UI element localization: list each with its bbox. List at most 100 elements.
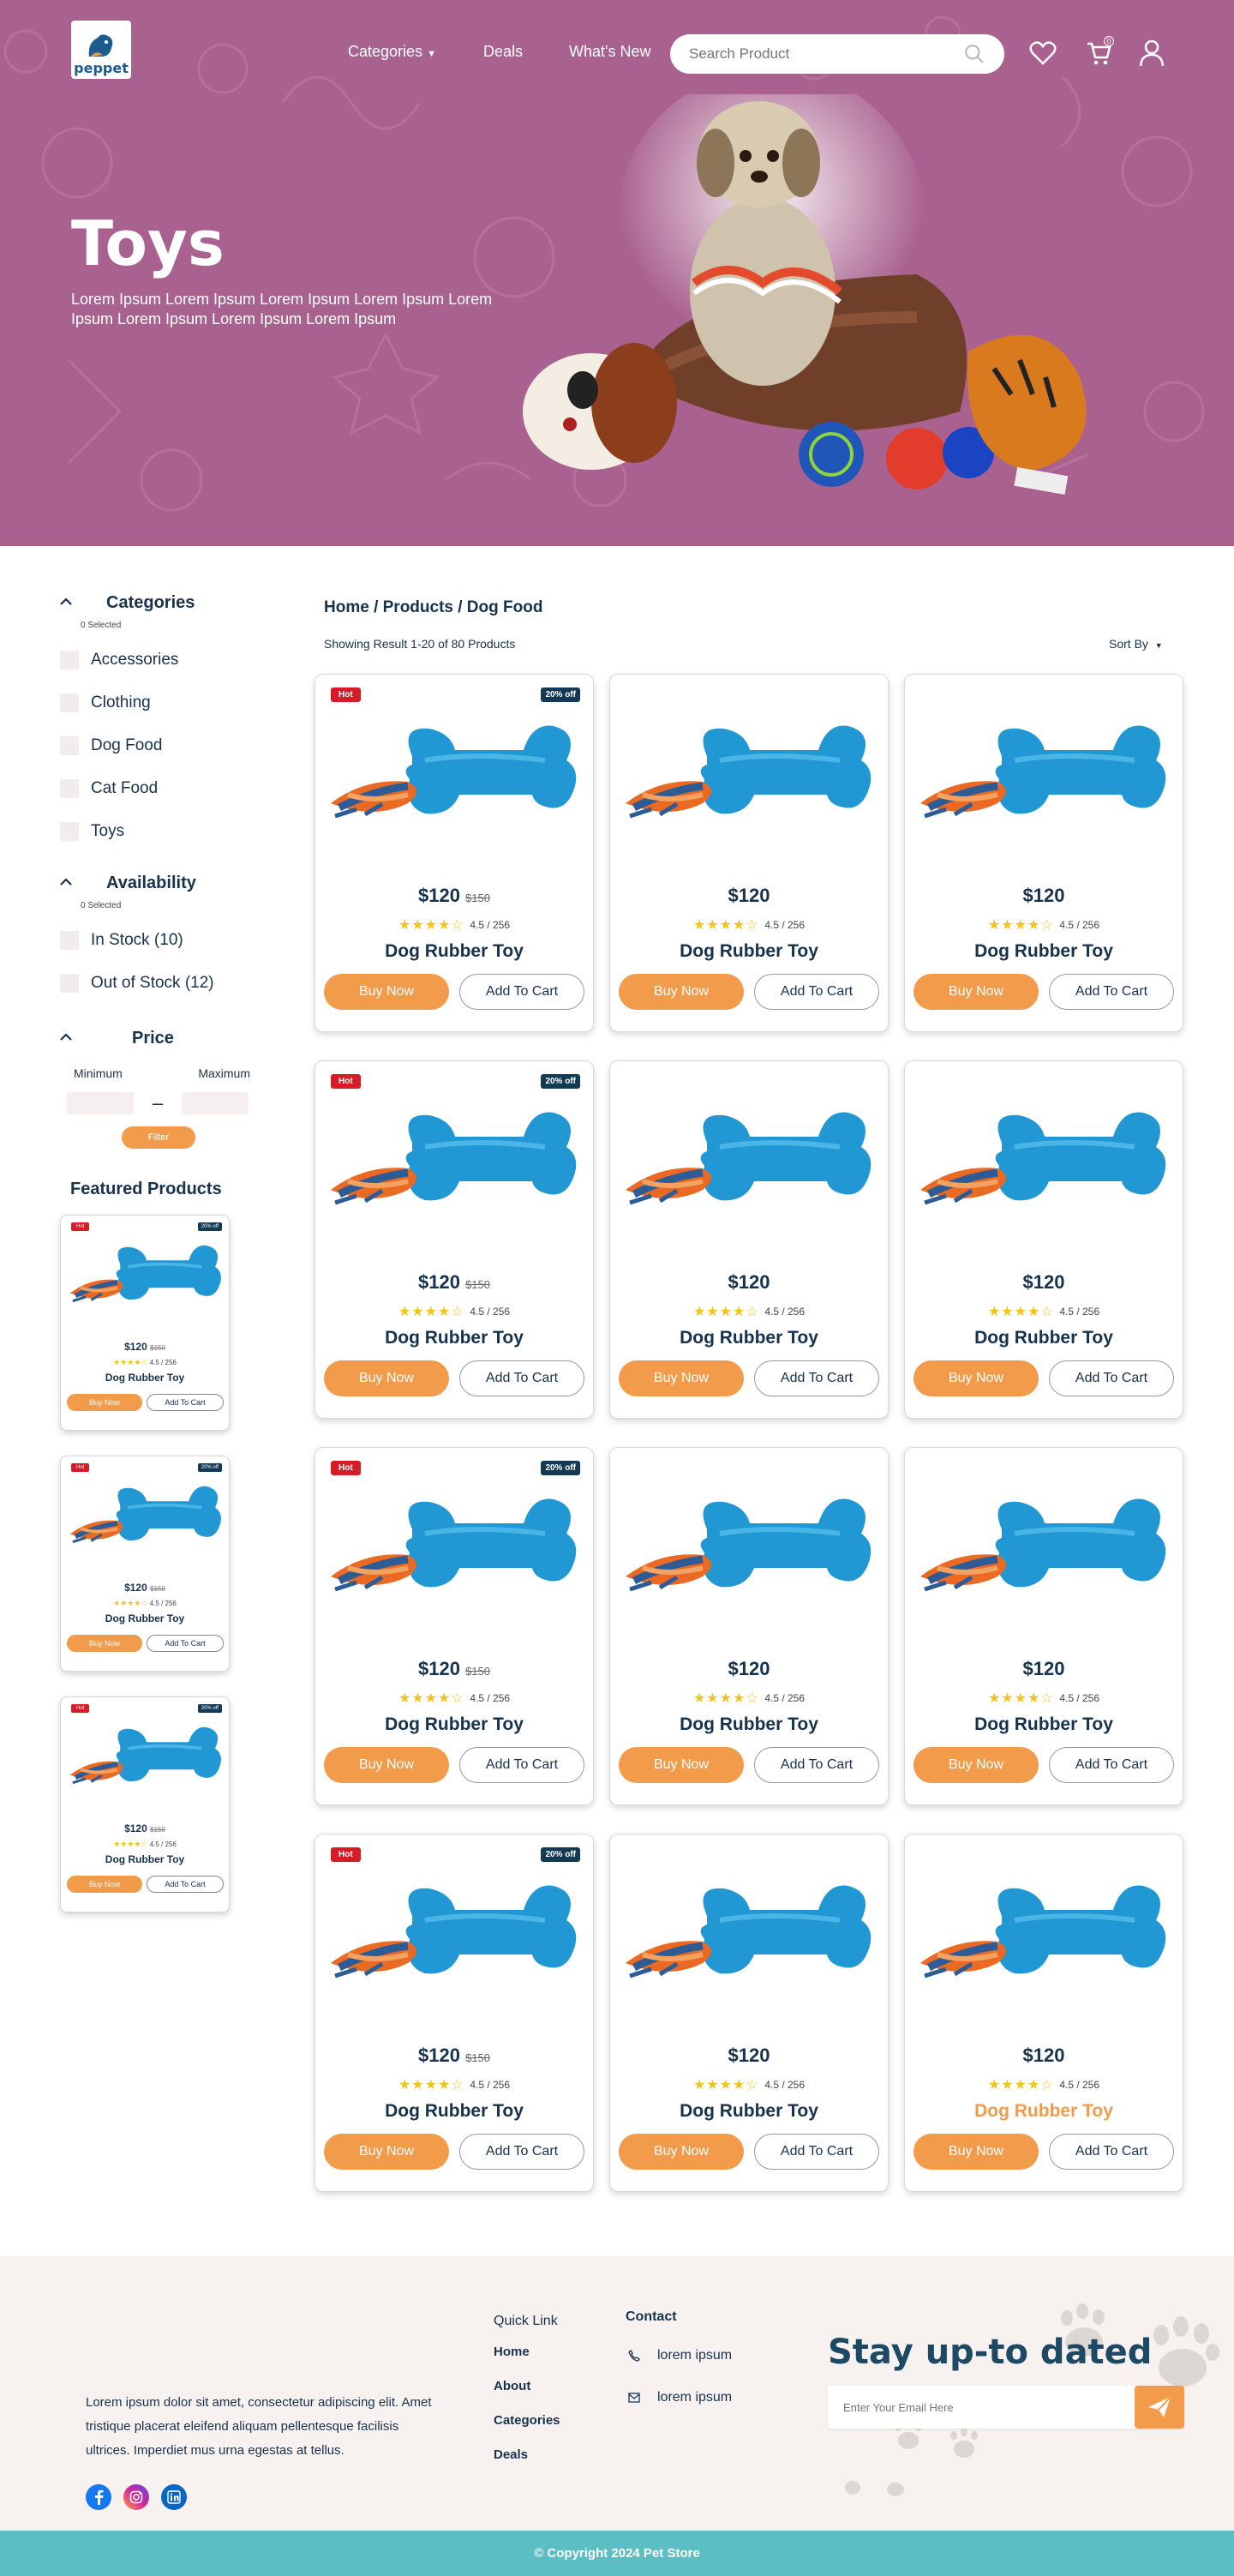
- price-min-input[interactable]: [67, 1092, 134, 1114]
- availability-option[interactable]: In Stock (10): [60, 919, 266, 962]
- buy-now-button[interactable]: Buy Now: [324, 1360, 449, 1396]
- checkbox[interactable]: [60, 694, 79, 712]
- filter-button[interactable]: Filter: [122, 1126, 195, 1149]
- add-to-cart-button[interactable]: Add To Cart: [754, 974, 879, 1010]
- categories-filter-header[interactable]: Categories: [60, 591, 266, 614]
- product-name[interactable]: Dog Rubber Toy: [905, 1714, 1183, 1735]
- product-card[interactable]: $120 ★★★★☆ 4.5 / 256 Dog Rubber Toy Buy Now…: [904, 1447, 1183, 1805]
- sort-by-dropdown[interactable]: Sort By ▼: [1109, 637, 1163, 651]
- add-to-cart-button[interactable]: Add To Cart: [147, 1635, 224, 1652]
- product-name[interactable]: Dog Rubber Toy: [61, 1612, 229, 1624]
- availability-option[interactable]: Out of Stock (12): [60, 962, 266, 1005]
- product-name[interactable]: Dog Rubber Toy: [315, 941, 593, 962]
- checkbox[interactable]: [60, 779, 79, 798]
- checkbox[interactable]: [60, 822, 79, 841]
- buy-now-button[interactable]: Buy Now: [914, 2134, 1039, 2170]
- product-name[interactable]: Dog Rubber Toy: [905, 1328, 1183, 1348]
- buy-now-button[interactable]: Buy Now: [619, 2134, 744, 2170]
- linkedin-icon[interactable]: [161, 2484, 187, 2510]
- buy-now-button[interactable]: Buy Now: [914, 974, 1039, 1010]
- buy-now-button[interactable]: Buy Now: [914, 1360, 1039, 1396]
- add-to-cart-button[interactable]: Add To Cart: [754, 1360, 879, 1396]
- featured-product-card[interactable]: Hot 20% off $120 $150 ★★★★☆ 4.5 / 256 Dog Ru…: [60, 1696, 230, 1912]
- footer-link-home[interactable]: Home: [494, 2345, 530, 2359]
- add-to-cart-button[interactable]: Add To Cart: [1049, 1747, 1174, 1783]
- product-card[interactable]: $120 ★★★★☆ 4.5 / 256 Dog Rubber Toy Buy Now…: [904, 1060, 1183, 1419]
- product-card[interactable]: Hot 20% off $120 $150 ★★★★☆ 4.5 / 256 Dog Ru…: [314, 1060, 594, 1419]
- product-name[interactable]: Dog Rubber Toy: [315, 1328, 593, 1348]
- add-to-cart-button[interactable]: Add To Cart: [147, 1394, 224, 1411]
- buy-now-button[interactable]: Buy Now: [619, 1360, 744, 1396]
- buy-now-button[interactable]: Buy Now: [324, 2134, 449, 2170]
- cart-icon[interactable]: 0: [1083, 36, 1114, 69]
- facebook-icon[interactable]: [86, 2484, 111, 2510]
- footer-link-about[interactable]: About: [494, 2379, 530, 2393]
- category-option[interactable]: Accessories: [60, 639, 266, 682]
- price-max-input[interactable]: [182, 1092, 249, 1114]
- buy-now-button[interactable]: Buy Now: [914, 1747, 1039, 1783]
- product-name[interactable]: Dog Rubber Toy: [315, 1714, 593, 1735]
- buy-now-button[interactable]: Buy Now: [619, 1747, 744, 1783]
- buy-now-button[interactable]: Buy Now: [324, 974, 449, 1010]
- product-card[interactable]: Hot 20% off $120 $150 ★★★★☆ 4.5 / 256 Dog Ru…: [314, 1447, 594, 1805]
- buy-now-button[interactable]: Buy Now: [324, 1747, 449, 1783]
- add-to-cart-button[interactable]: Add To Cart: [754, 1747, 879, 1783]
- newsletter-email-input[interactable]: [843, 2400, 1100, 2414]
- product-card[interactable]: $120 ★★★★☆ 4.5 / 256 Dog Rubber Toy Buy Now…: [609, 1447, 889, 1805]
- add-to-cart-button[interactable]: Add To Cart: [459, 2134, 584, 2170]
- wishlist-heart-icon[interactable]: [1027, 38, 1058, 69]
- buy-now-button[interactable]: Buy Now: [67, 1876, 142, 1893]
- product-name[interactable]: Dog Rubber Toy: [61, 1853, 229, 1865]
- nav-deals[interactable]: Deals: [483, 43, 523, 61]
- nav-categories[interactable]: Categories ▼: [348, 43, 436, 61]
- search-input[interactable]: [689, 45, 946, 63]
- buy-now-button[interactable]: Buy Now: [67, 1635, 142, 1652]
- product-card[interactable]: $120 ★★★★☆ 4.5 / 256 Dog Rubber Toy Buy Now…: [904, 1834, 1183, 2192]
- product-card[interactable]: $120 ★★★★☆ 4.5 / 256 Dog Rubber Toy Buy Now…: [609, 1834, 889, 2192]
- nav-whats-new[interactable]: What's New: [569, 43, 650, 61]
- price-filter-header[interactable]: Price: [60, 1027, 266, 1049]
- product-name[interactable]: Dog Rubber Toy: [61, 1372, 229, 1384]
- search-icon[interactable]: [963, 43, 985, 65]
- category-option[interactable]: Cat Food: [60, 767, 266, 810]
- buy-now-button[interactable]: Buy Now: [67, 1394, 142, 1411]
- category-option[interactable]: Clothing: [60, 682, 266, 724]
- add-to-cart-button[interactable]: Add To Cart: [147, 1876, 224, 1893]
- product-card[interactable]: Hot 20% off $120 $150 ★★★★☆ 4.5 / 256 Dog Ru…: [314, 1834, 594, 2192]
- product-card[interactable]: $120 ★★★★☆ 4.5 / 256 Dog Rubber Toy Buy Now…: [609, 1060, 889, 1419]
- footer-link-deals[interactable]: Deals: [494, 2447, 528, 2462]
- add-to-cart-button[interactable]: Add To Cart: [459, 974, 584, 1010]
- checkbox[interactable]: [60, 974, 79, 993]
- user-account-icon[interactable]: [1136, 38, 1167, 69]
- product-card[interactable]: Hot 20% off $120 $150 ★★★★☆ 4.5 / 256 Dog Ru…: [314, 674, 594, 1032]
- product-card[interactable]: $120 ★★★★☆ 4.5 / 256 Dog Rubber Toy Buy Now…: [904, 674, 1183, 1032]
- product-name[interactable]: Dog Rubber Toy: [610, 2101, 888, 2122]
- category-option[interactable]: Dog Food: [60, 724, 266, 767]
- contact-phone[interactable]: lorem ipsum: [628, 2348, 732, 2363]
- add-to-cart-button[interactable]: Add To Cart: [1049, 974, 1174, 1010]
- product-name[interactable]: Dog Rubber Toy: [905, 941, 1183, 962]
- checkbox[interactable]: [60, 736, 79, 755]
- newsletter-send-button[interactable]: [1135, 2386, 1184, 2429]
- product-name[interactable]: Dog Rubber Toy: [610, 941, 888, 962]
- add-to-cart-button[interactable]: Add To Cart: [1049, 2134, 1174, 2170]
- footer-link-categories[interactable]: Categories: [494, 2413, 560, 2428]
- featured-product-card[interactable]: Hot 20% off $120 $150 ★★★★☆ 4.5 / 256 Dog Ru…: [60, 1215, 230, 1431]
- featured-product-card[interactable]: Hot 20% off $120 $150 ★★★★☆ 4.5 / 256 Dog Ru…: [60, 1456, 230, 1672]
- checkbox[interactable]: [60, 931, 79, 950]
- checkbox[interactable]: [60, 651, 79, 670]
- add-to-cart-button[interactable]: Add To Cart: [459, 1747, 584, 1783]
- product-name[interactable]: Dog Rubber Toy: [315, 2101, 593, 2122]
- instagram-icon[interactable]: [123, 2484, 149, 2510]
- brand-logo[interactable]: peppet: [71, 21, 131, 79]
- add-to-cart-button[interactable]: Add To Cart: [754, 2134, 879, 2170]
- add-to-cart-button[interactable]: Add To Cart: [1049, 1360, 1174, 1396]
- category-option[interactable]: Toys: [60, 810, 266, 853]
- add-to-cart-button[interactable]: Add To Cart: [459, 1360, 584, 1396]
- product-card[interactable]: $120 ★★★★☆ 4.5 / 256 Dog Rubber Toy Buy Now…: [609, 674, 889, 1032]
- product-name[interactable]: Dog Rubber Toy: [905, 2101, 1183, 2122]
- buy-now-button[interactable]: Buy Now: [619, 974, 744, 1010]
- contact-email[interactable]: lorem ipsum: [628, 2390, 732, 2405]
- product-name[interactable]: Dog Rubber Toy: [610, 1714, 888, 1735]
- product-name[interactable]: Dog Rubber Toy: [610, 1328, 888, 1348]
